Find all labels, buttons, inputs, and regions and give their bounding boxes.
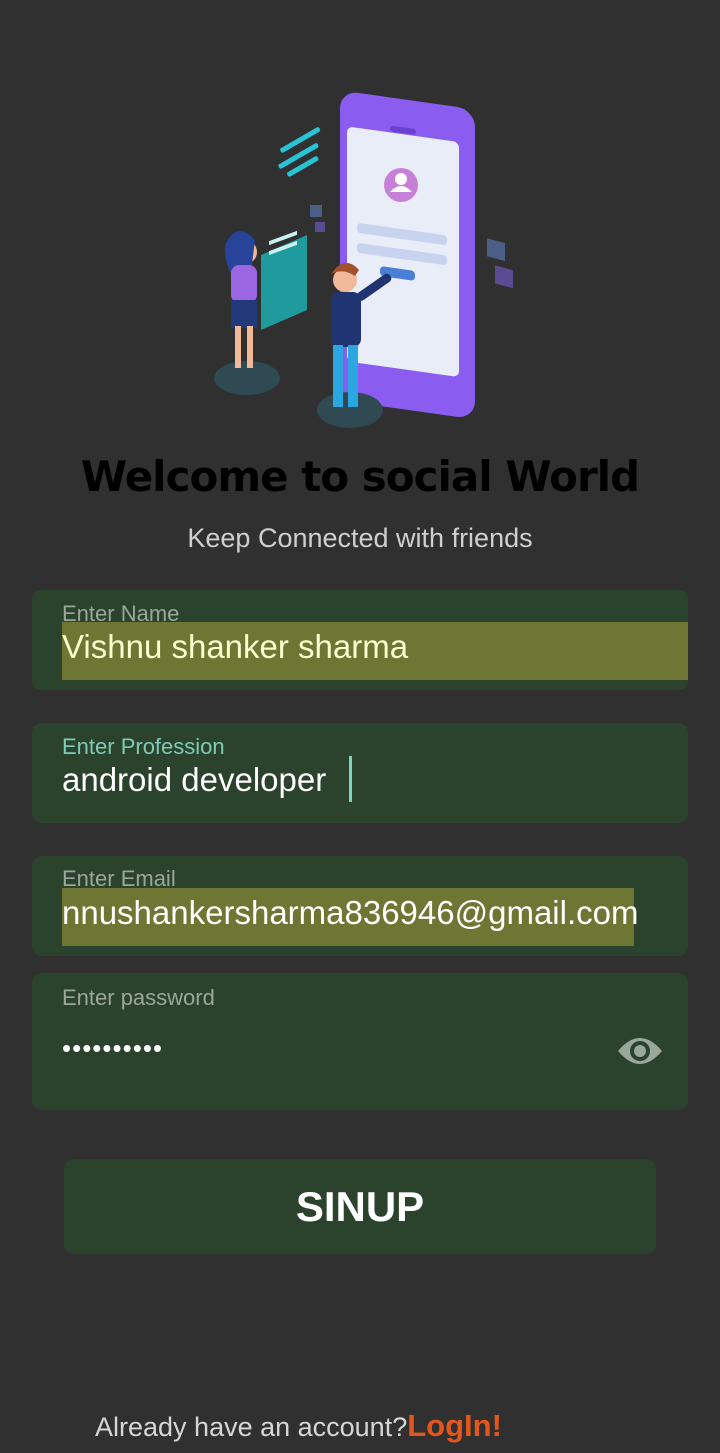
- profession-field-label: Enter Profession: [62, 734, 225, 759]
- email-input[interactable]: nnushankersharma836946@gmail.com: [62, 894, 639, 932]
- email-field[interactable]: Enter Email nnushankersharma836946@gmail…: [32, 856, 688, 956]
- profession-input[interactable]: android developer: [62, 761, 326, 799]
- eye-icon[interactable]: [616, 1031, 664, 1071]
- login-prompt: Already have an account?LogIn!: [95, 1408, 502, 1444]
- name-input[interactable]: Vishnu shanker sharma: [62, 628, 408, 666]
- text-cursor: [349, 756, 352, 802]
- page-subtitle: Keep Connected with friends: [187, 523, 533, 553]
- hero-illustration: [214, 92, 513, 428]
- login-link[interactable]: LogIn!: [407, 1408, 502, 1443]
- signup-button[interactable]: SINUP: [64, 1159, 656, 1254]
- password-input[interactable]: ••••••••••: [62, 1033, 163, 1064]
- password-field[interactable]: Enter password ••••••••••: [32, 973, 688, 1110]
- profession-field[interactable]: Enter Profession android developer: [32, 723, 688, 823]
- page-title: Welcome to social World: [80, 452, 640, 501]
- name-field[interactable]: Enter Name Vishnu shanker sharma: [32, 590, 688, 690]
- password-field-label: Enter password: [62, 985, 215, 1010]
- login-prompt-text: Already have an account?: [95, 1412, 408, 1442]
